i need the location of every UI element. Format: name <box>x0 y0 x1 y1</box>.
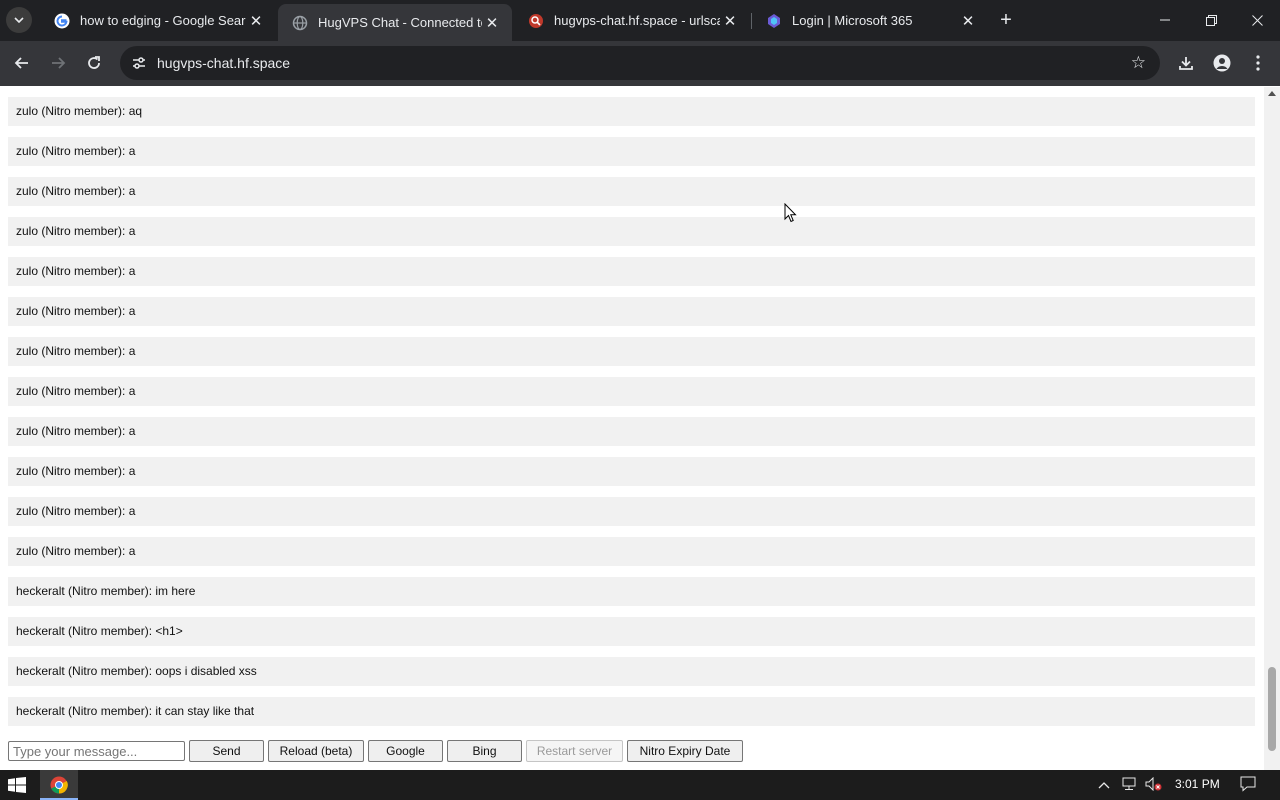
network-icon[interactable] <box>1121 777 1137 794</box>
chat-message: zulo (Nitro member): a <box>8 217 1255 246</box>
browser-toolbar: hugvps-chat.hf.space ☆ <box>0 41 1280 86</box>
taskbar-clock[interactable]: 3:01 PM <box>1175 777 1220 791</box>
tab-google-search[interactable]: how to edging - Google Search ✕ <box>40 4 276 37</box>
tab-title: Login | Microsoft 365 <box>792 13 913 28</box>
chrome-taskbar-icon[interactable] <box>40 770 78 800</box>
microsoft365-icon <box>766 13 782 29</box>
bookmark-star-icon[interactable]: ☆ <box>1131 53 1146 73</box>
tab-hugvps-chat[interactable]: HugVPS Chat - Connected to se ✕ <box>278 4 512 41</box>
minimize-icon[interactable] <box>1142 0 1188 40</box>
chat-message: heckeralt (Nitro member): it can stay li… <box>8 697 1255 726</box>
message-composer: Send Reload (beta) Google Bing Restart s… <box>8 740 743 762</box>
tab-close-icon[interactable]: ✕ <box>958 12 978 30</box>
url-text[interactable]: hugvps-chat.hf.space <box>157 55 290 71</box>
window-close-icon[interactable] <box>1234 0 1280 40</box>
chat-message: zulo (Nitro member): a <box>8 497 1255 526</box>
mouse-pointer-icon <box>784 202 797 228</box>
chat-message: zulo (Nitro member): a <box>8 177 1255 206</box>
show-hidden-icons-chevron-icon[interactable] <box>1098 777 1110 792</box>
tab-close-icon[interactable]: ✕ <box>246 12 266 30</box>
scrollbar-thumb[interactable] <box>1268 667 1276 751</box>
chat-message: zulo (Nitro member): aq <box>8 97 1255 126</box>
profile-avatar-icon[interactable] <box>1208 49 1236 77</box>
volume-muted-icon[interactable] <box>1145 776 1163 794</box>
chat-page: zulo (Nitro member): aq zulo (Nitro memb… <box>0 87 1264 770</box>
chat-message: heckeralt (Nitro member): oops i disable… <box>8 657 1255 686</box>
chat-message: zulo (Nitro member): a <box>8 297 1255 326</box>
chat-message: heckeralt (Nitro member): im here <box>8 577 1255 606</box>
chat-message: zulo (Nitro member): a <box>8 257 1255 286</box>
chat-message: zulo (Nitro member): a <box>8 337 1255 366</box>
bing-button[interactable]: Bing <box>447 740 522 762</box>
notification-center-icon[interactable] <box>1240 776 1256 792</box>
windows-taskbar: 3:01 PM <box>0 770 1280 800</box>
tab-title: hugvps-chat.hf.space - urlscan. <box>554 13 720 28</box>
forward-arrow-icon[interactable] <box>44 49 72 77</box>
tab-urlscan[interactable]: hugvps-chat.hf.space - urlscan. ✕ <box>514 4 750 37</box>
address-bar[interactable]: hugvps-chat.hf.space ☆ <box>120 46 1160 80</box>
restart-server-button[interactable]: Restart server <box>526 740 623 762</box>
new-tab-plus-icon[interactable]: + <box>994 8 1018 32</box>
tab-title: HugVPS Chat - Connected to se <box>318 15 482 30</box>
tab-close-icon[interactable]: ✕ <box>482 14 502 32</box>
google-icon <box>54 13 70 29</box>
chat-message: zulo (Nitro member): a <box>8 417 1255 446</box>
urlscan-icon <box>528 13 544 29</box>
message-input[interactable] <box>8 741 185 761</box>
chat-message: heckeralt (Nitro member): <h1> <box>8 617 1255 646</box>
reload-icon[interactable] <box>80 49 108 77</box>
site-settings-icon[interactable] <box>130 54 148 72</box>
chat-message: zulo (Nitro member): a <box>8 377 1255 406</box>
globe-icon <box>292 15 308 31</box>
tab-close-icon[interactable]: ✕ <box>720 12 740 30</box>
nitro-expiry-date-button[interactable]: Nitro Expiry Date <box>627 740 743 762</box>
chat-message: zulo (Nitro member): a <box>8 137 1255 166</box>
tab-search-button[interactable] <box>6 7 32 33</box>
download-icon[interactable] <box>1172 49 1200 77</box>
page-scrollbar[interactable] <box>1264 87 1280 770</box>
google-button[interactable]: Google <box>368 740 443 762</box>
chat-message: zulo (Nitro member): a <box>8 537 1255 566</box>
reload-beta-button[interactable]: Reload (beta) <box>268 740 364 762</box>
kebab-menu-icon[interactable] <box>1244 49 1272 77</box>
scroll-up-arrow-icon[interactable] <box>1268 91 1276 96</box>
send-button[interactable]: Send <box>189 740 264 762</box>
restore-icon[interactable] <box>1188 0 1234 40</box>
back-arrow-icon[interactable] <box>8 49 36 77</box>
chat-message: zulo (Nitro member): a <box>8 457 1255 486</box>
tab-title: how to edging - Google Search <box>80 13 246 28</box>
tab-strip: how to edging - Google Search ✕ HugVPS C… <box>0 0 1280 41</box>
windows-start-icon[interactable] <box>8 777 26 793</box>
tab-microsoft-365[interactable]: Login | Microsoft 365 ✕ <box>752 4 988 37</box>
